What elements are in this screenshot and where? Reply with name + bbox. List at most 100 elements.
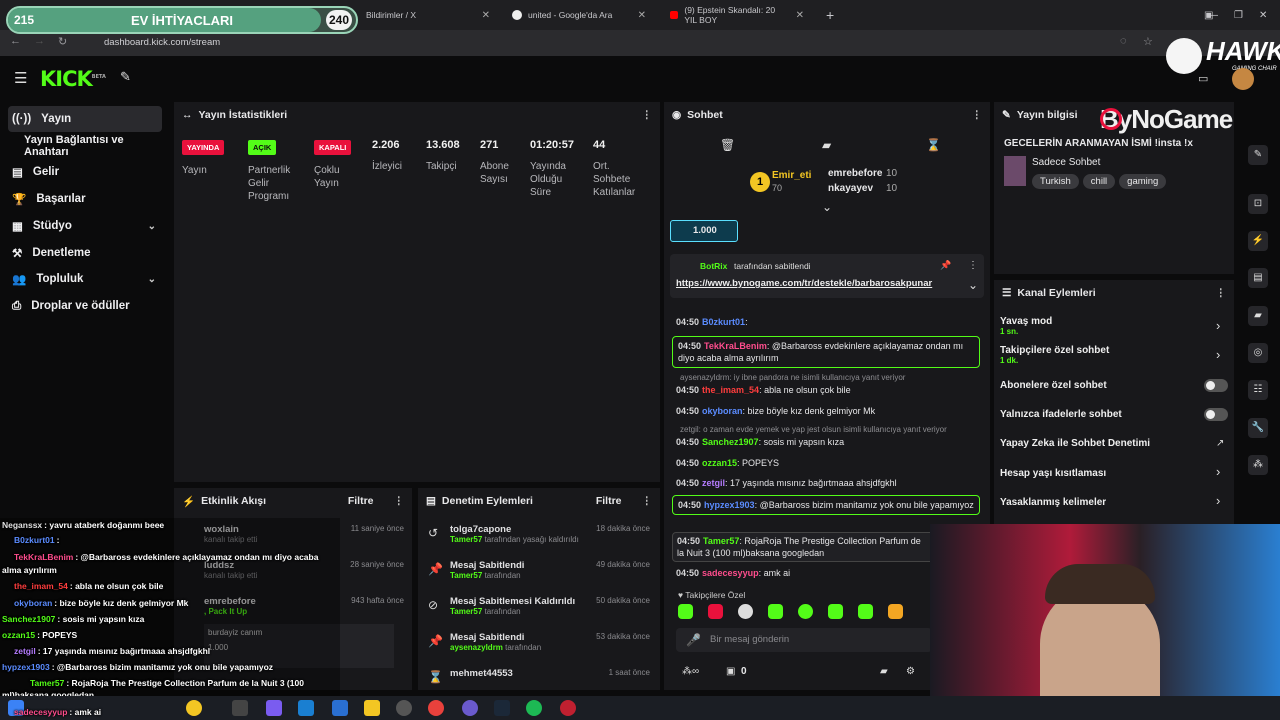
- followers-only-row[interactable]: Takipçilere özel sohbet 1 dk.: [1000, 345, 1109, 365]
- mail-icon[interactable]: [332, 700, 348, 716]
- close-icon[interactable]: ✕: [638, 10, 646, 21]
- tab-google[interactable]: united - Google'da Ara ✕: [504, 4, 654, 26]
- sidebar-item-key[interactable]: Yayın Bağlantısı ve Anahtarı: [20, 133, 170, 159]
- msg-user[interactable]: the_imam_54: [702, 385, 759, 395]
- stream-category[interactable]: Sadece Sohbet: [1032, 157, 1100, 168]
- msg-user[interactable]: B0zkurt01: [702, 317, 745, 327]
- menu-icon[interactable]: ☰: [14, 69, 27, 87]
- copilot-icon[interactable]: [266, 700, 282, 716]
- tag[interactable]: gaming: [1119, 174, 1167, 189]
- emote-icon[interactable]: [828, 604, 843, 619]
- star-icon[interactable]: ☆: [1143, 35, 1153, 48]
- emote-icon[interactable]: [798, 604, 813, 619]
- filter-button[interactable]: Filtre: [348, 495, 374, 507]
- msg-user[interactable]: Tamer57: [703, 536, 739, 546]
- app-icon[interactable]: [396, 700, 412, 716]
- forward-icon[interactable]: →: [34, 35, 45, 47]
- tab-bildirimler[interactable]: Bildirimler / X ✕: [358, 4, 498, 26]
- channel-points-icon[interactable]: ⁂: [1248, 455, 1268, 475]
- chevron-right-icon[interactable]: ›: [1216, 464, 1220, 479]
- sidebar-item-gelir[interactable]: ▤ Gelir: [8, 159, 162, 185]
- video-icon[interactable]: ▭: [1198, 72, 1208, 85]
- gear-icon[interactable]: ⚙: [906, 666, 915, 677]
- ai-moderation-row[interactable]: Yapay Zeka ile Sohbet Denetimi: [1000, 438, 1150, 449]
- pin-icon[interactable]: 📌: [940, 260, 951, 271]
- steam-icon[interactable]: [494, 700, 510, 716]
- more-icon[interactable]: ⋮: [968, 260, 978, 271]
- chevron-down-icon[interactable]: ⌄: [968, 278, 978, 292]
- sidebar-item-droplar[interactable]: ⎙ Droplar ve ödüller: [8, 293, 162, 319]
- chat-bubble-icon[interactable]: ▰: [822, 138, 831, 152]
- more-icon[interactable]: ⋮: [972, 109, 983, 121]
- focus-icon[interactable]: ⊡: [1248, 194, 1268, 214]
- msg-user[interactable]: Sanchez1907: [702, 437, 759, 447]
- layout-icon[interactable]: ☷: [1248, 380, 1268, 400]
- kick-logo[interactable]: KICKBETA: [40, 67, 106, 91]
- tools-icon[interactable]: ✎: [120, 69, 131, 85]
- edge-icon[interactable]: [298, 700, 314, 716]
- more-icon[interactable]: ⋮: [642, 495, 653, 507]
- chat-bubble-icon[interactable]: ▰: [880, 666, 888, 677]
- emote-icon[interactable]: [888, 604, 903, 619]
- widget-icon[interactable]: [186, 700, 202, 716]
- close-icon[interactable]: ✕: [482, 10, 490, 21]
- slow-mode-row[interactable]: Yavaş mod 1 sn.: [1000, 316, 1052, 336]
- emote-icon[interactable]: [858, 604, 873, 619]
- account-age-row[interactable]: Hesap yaşı kısıtlaması: [1000, 468, 1106, 479]
- new-tab-button[interactable]: +: [818, 4, 838, 26]
- chat-input[interactable]: 🎤 Bir mesaj gönderin: [676, 628, 932, 652]
- chrome-icon[interactable]: [428, 700, 444, 716]
- banned-words-row[interactable]: Yasaklanmış kelimeler: [1000, 497, 1106, 508]
- edit-icon[interactable]: ✎: [1248, 145, 1268, 165]
- tab-youtube[interactable]: (9) Epstein Skandalı: 20 YIL BOY ✕: [662, 4, 812, 26]
- more-icon[interactable]: ⋮: [642, 109, 653, 121]
- chevron-right-icon[interactable]: ›: [1216, 318, 1220, 333]
- emote-icon[interactable]: [738, 604, 753, 619]
- trash-icon[interactable]: 🗑: [720, 138, 735, 152]
- wrench-icon[interactable]: 🔧: [1248, 418, 1268, 438]
- msg-user[interactable]: TekKraLBenim: [704, 341, 767, 351]
- kicks-goal[interactable]: 1.000: [670, 220, 738, 242]
- url-field[interactable]: dashboard.kick.com/stream: [80, 34, 1160, 52]
- sidebar-item-denetleme[interactable]: ⚒ Denetleme: [8, 240, 162, 266]
- reload-icon[interactable]: ↻: [58, 35, 67, 48]
- msg-user[interactable]: ozzan15: [702, 458, 737, 468]
- discord-icon[interactable]: [462, 700, 478, 716]
- msg-user[interactable]: zetgil: [702, 478, 725, 488]
- avatar[interactable]: [1232, 68, 1254, 90]
- eye-off-icon[interactable]: ◌: [1120, 35, 1127, 47]
- emote-only-toggle[interactable]: [1204, 408, 1228, 421]
- subs-only-toggle[interactable]: [1204, 379, 1228, 392]
- msg-user[interactable]: hypzex1903: [704, 500, 755, 510]
- filter-button[interactable]: Filtre: [596, 495, 622, 507]
- msg-user[interactable]: okyboran: [702, 406, 743, 416]
- close-icon[interactable]: ✕: [796, 10, 804, 21]
- minimize-icon[interactable]: —: [1208, 10, 1218, 21]
- back-icon[interactable]: ←: [10, 35, 21, 47]
- gift-icon[interactable]: ▣: [726, 666, 735, 677]
- tag[interactable]: Turkish: [1032, 174, 1079, 189]
- chevron-right-icon[interactable]: ›: [1216, 493, 1220, 508]
- hourglass-icon[interactable]: ⌛: [926, 138, 941, 152]
- emote-icon[interactable]: [768, 604, 783, 619]
- tag[interactable]: chill: [1082, 174, 1116, 189]
- msg-user[interactable]: sadecesyyup: [702, 568, 759, 578]
- spotify-icon[interactable]: [526, 700, 542, 716]
- sidebar-item-yayin[interactable]: ((·)) Yayın: [8, 106, 162, 132]
- pinned-link[interactable]: https://www.bynogame.com/tr/destekle/bar…: [676, 278, 932, 289]
- broadcast-icon[interactable]: ◎: [1248, 343, 1268, 363]
- document-icon[interactable]: ▤: [1248, 268, 1268, 288]
- folder-icon[interactable]: [364, 700, 380, 716]
- chat-icon[interactable]: ▰: [1248, 306, 1268, 326]
- close-window-icon[interactable]: ✕: [1259, 10, 1267, 21]
- task-view-icon[interactable]: [232, 700, 248, 716]
- sidebar-item-studyo[interactable]: ▦ Stüdyo ⌄: [8, 213, 162, 239]
- emote-icon[interactable]: [678, 604, 693, 619]
- more-icon[interactable]: ⋮: [394, 495, 405, 507]
- emote-icon[interactable]: [708, 604, 723, 619]
- channel-points-icon[interactable]: ⁂∞: [682, 666, 699, 677]
- chevron-right-icon[interactable]: ›: [1216, 347, 1220, 362]
- sidebar-item-basarilar[interactable]: 🏆 Başarılar: [8, 186, 162, 212]
- sidebar-item-topluluk[interactable]: 👥 Topluluk ⌄: [8, 266, 162, 292]
- external-link-icon[interactable]: ↗: [1216, 438, 1224, 449]
